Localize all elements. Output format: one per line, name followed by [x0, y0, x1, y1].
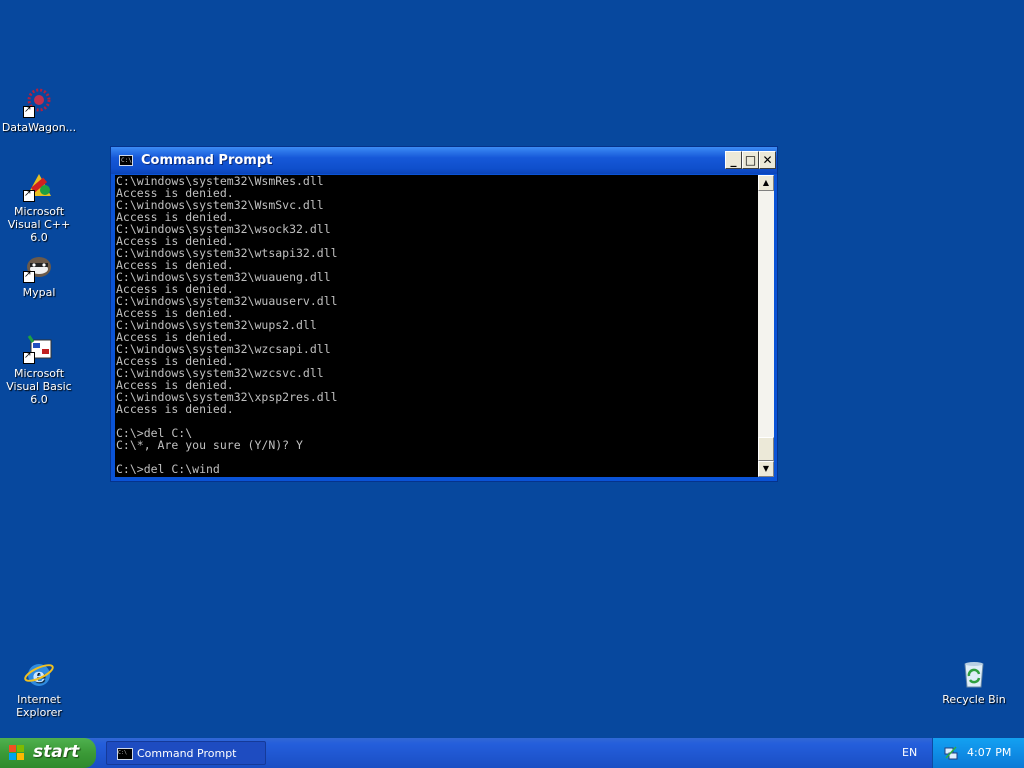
language-indicator[interactable]: EN [902, 746, 917, 759]
desktop-icon-label: Mypal [22, 286, 56, 299]
desktop-icon-mypal[interactable]: Mypal [0, 251, 79, 299]
datawagon-icon [23, 86, 55, 118]
console-output[interactable]: C:\windows\system32\WsmRes.dll Access is… [115, 175, 758, 477]
console-text: C:\windows\system32\WsmRes.dll Access is… [116, 175, 338, 476]
start-button[interactable]: start [0, 738, 96, 768]
start-label: start [33, 742, 80, 762]
desktop-icon-datawagon[interactable]: DataWagon... [0, 86, 79, 134]
network-icon[interactable] [943, 745, 959, 761]
scroll-up-button[interactable]: ▲ [758, 175, 774, 191]
visual-basic-icon [23, 332, 55, 364]
close-button[interactable]: ✕ [759, 151, 776, 169]
window-title: Command Prompt [141, 153, 273, 168]
internet-explorer-icon: e [23, 658, 55, 690]
desktop-icon-visual-cpp[interactable]: Microsoft Visual C++ 6.0 [0, 170, 79, 244]
taskbar: start C:\ Command Prompt EN 4:07 PM [0, 738, 1024, 768]
system-tray: 4:07 PM [932, 738, 1024, 768]
windows-logo-icon [9, 745, 24, 760]
command-prompt-window[interactable]: C:\ Command Prompt _ □ ✕ C:\windows\syst… [110, 146, 778, 482]
minimize-button[interactable]: _ [725, 151, 742, 169]
taskbar-item-command-prompt[interactable]: C:\ Command Prompt [106, 741, 266, 765]
desktop-icon-label: Recycle Bin [942, 693, 1006, 706]
scroll-down-button[interactable]: ▼ [758, 461, 774, 477]
window-titlebar[interactable]: C:\ Command Prompt _ □ ✕ [111, 147, 777, 174]
desktop-icon-label: Internet Explorer [16, 693, 62, 719]
maximize-button[interactable]: □ [742, 151, 759, 169]
command-prompt-icon: C:\ [119, 155, 133, 166]
clock[interactable]: 4:07 PM [967, 746, 1011, 759]
mypal-icon [23, 251, 55, 283]
vertical-scrollbar[interactable]: ▲ ▼ [758, 175, 774, 477]
desktop-icon-internet-explorer[interactable]: e Internet Explorer [0, 658, 79, 719]
desktop-icon-recycle-bin[interactable]: Recycle Bin [934, 658, 1014, 706]
taskbar-item-label: Command Prompt [137, 747, 237, 760]
scroll-thumb[interactable] [758, 437, 774, 461]
desktop-icon-label: Microsoft Visual Basic 6.0 [6, 367, 72, 406]
desktop-icon-label: Microsoft Visual C++ 6.0 [7, 205, 71, 244]
recycle-bin-icon [958, 658, 990, 690]
command-prompt-icon: C:\ [117, 748, 133, 760]
desktop-icon-label: DataWagon... [1, 121, 77, 134]
visual-cpp-icon [23, 170, 55, 202]
desktop-icon-visual-basic[interactable]: Microsoft Visual Basic 6.0 [0, 332, 79, 406]
